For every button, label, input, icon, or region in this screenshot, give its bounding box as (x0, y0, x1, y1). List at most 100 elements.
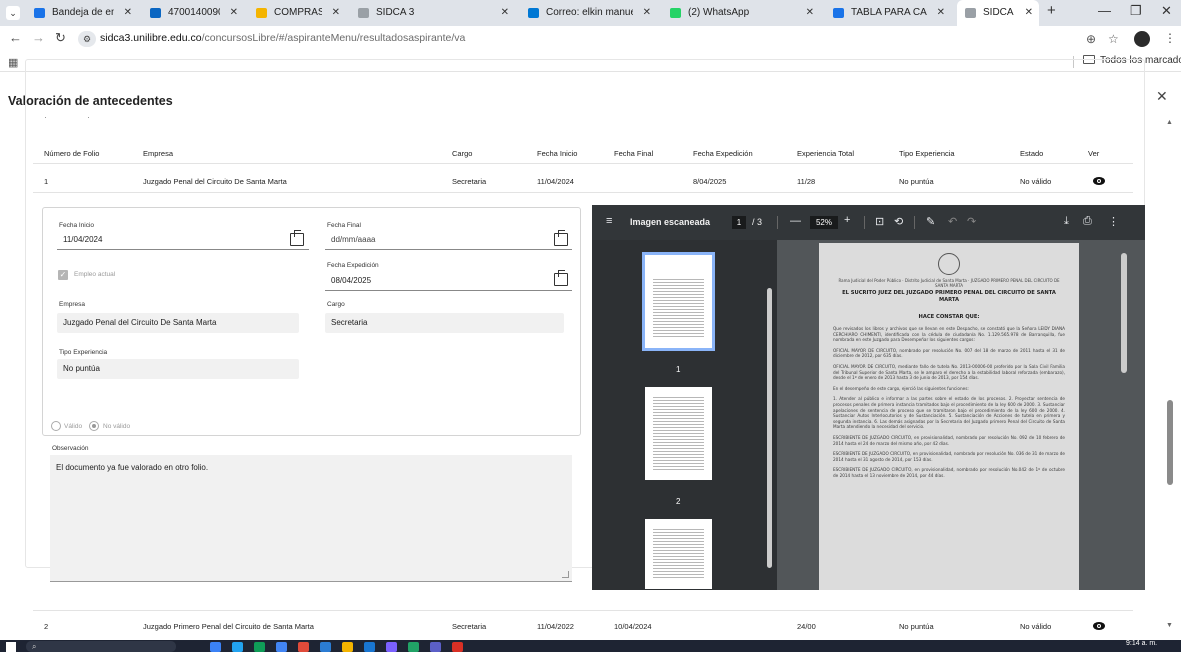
taskbar-app-icon[interactable] (232, 642, 243, 652)
row1-cargo: Secretaria (452, 177, 487, 186)
minimize-button[interactable]: — (1098, 3, 1111, 18)
taskbar-app-icon[interactable] (386, 642, 397, 652)
browser-tab[interactable]: COMPRASDE VERDAD ✕ (248, 0, 346, 26)
pdf-zoom-in-icon[interactable]: + (844, 214, 850, 226)
tab-close-icon[interactable]: ✕ (1025, 0, 1033, 26)
dialog-close-icon[interactable]: ✕ (1156, 88, 1168, 105)
taskbar-app-icon[interactable] (342, 642, 353, 652)
fecha-final-field[interactable]: dd/mm/aaaa (325, 230, 572, 250)
pdf-page-input[interactable]: 1 (732, 216, 746, 229)
page-scrollbar-thumb[interactable] (1167, 400, 1173, 485)
back-button[interactable]: ← (9, 30, 22, 45)
pdf-rotate-icon[interactable]: ⟲ (894, 215, 903, 228)
pdf-thumbnail-page-1[interactable] (642, 252, 715, 351)
browser-tab[interactable]: 47001400900220250043 ✕ (142, 0, 244, 26)
pdf-page-total: / 3 (752, 217, 763, 227)
pdf-thumbnail-page-3[interactable] (645, 519, 712, 589)
browser-menu-icon[interactable]: ⋮ (1164, 31, 1176, 45)
taskbar-app-icon[interactable] (408, 642, 419, 652)
pdf-fit-page-icon[interactable]: ⊡ (875, 215, 884, 228)
pdf-document-scrollbar[interactable] (1121, 253, 1127, 373)
pdf-zoom-out-icon[interactable]: — (790, 215, 801, 227)
pdf-thumbnail-page-2[interactable] (645, 387, 712, 480)
fecha-inicio-field[interactable]: 11/04/2024 (57, 230, 309, 250)
tipo-experiencia-label: Tipo Experiencia (59, 349, 108, 356)
pdf-undo-icon[interactable]: ↶ (948, 215, 957, 228)
fecha-expedicion-field[interactable]: 08/04/2025 (325, 271, 572, 291)
empleo-actual-checkbox[interactable]: ✓ (58, 270, 68, 280)
taskbar-app-icon[interactable] (210, 642, 221, 652)
browser-tab[interactable]: (2) WhatsApp ✕ (662, 0, 820, 26)
taskbar-app-icon[interactable] (320, 642, 331, 652)
cargo-field[interactable]: Secretaria (325, 313, 564, 333)
tab-label: COMPRASDE VERDAD (274, 7, 322, 18)
tab-search-button[interactable]: ⌄ (6, 6, 20, 20)
fecha-inicio-calendar-icon[interactable] (290, 230, 304, 246)
profile-avatar[interactable] (1134, 31, 1150, 47)
valido-label: Válido (64, 423, 83, 430)
maximize-button[interactable]: ❐ (1130, 3, 1142, 19)
row1-view-eye-icon[interactable] (1093, 177, 1105, 185)
pdf-more-icon[interactable]: ⋮ (1108, 215, 1119, 228)
header-divider (33, 163, 1133, 164)
tipo-experiencia-field[interactable]: No puntúa (57, 359, 299, 379)
tab-close-icon[interactable]: ✕ (230, 0, 238, 26)
tab-close-icon[interactable]: ✕ (937, 0, 945, 26)
tab-close-icon[interactable]: ✕ (806, 0, 814, 26)
no-valido-radio[interactable] (89, 421, 99, 431)
browser-tab[interactable]: TABLA PARA CALCULAR ✕ (825, 0, 951, 26)
tab-close-icon[interactable]: ✕ (501, 0, 509, 26)
bookmark-star-icon[interactable]: ☆ (1108, 32, 1119, 46)
header-empresa: Empresa (143, 149, 174, 158)
apps-grid-icon[interactable]: ▦ (8, 56, 18, 69)
omnibox[interactable]: ⚙ sidca3.unilibre.edu.co/concursosLibre/… (78, 29, 1119, 49)
reload-button[interactable]: ↻ (55, 30, 66, 46)
fecha-expedicion-calendar-icon[interactable] (554, 270, 568, 286)
header-tipo-experiencia: Tipo Experiencia (899, 149, 955, 158)
tab-favicon-icon (670, 8, 681, 18)
tab-favicon-icon (34, 8, 45, 18)
page-scroll-up-icon[interactable]: ▲ (1166, 119, 1173, 126)
pdf-title: Imagen escaneada (630, 217, 711, 227)
tab-label: (2) WhatsApp (688, 7, 750, 18)
empresa-field[interactable]: Juzgado Penal del Circuito De Santa Mart… (57, 313, 299, 333)
taskbar-app-icon[interactable] (430, 642, 441, 652)
row2-experiencia-total: 24/00 (797, 622, 816, 631)
valido-radio[interactable] (51, 421, 61, 431)
zoom-icon[interactable]: ⊕ (1086, 32, 1096, 46)
url-text[interactable]: sidca3.unilibre.edu.co/concursosLibre/#/… (100, 32, 465, 44)
tab-favicon-icon (833, 8, 844, 18)
tab-favicon-icon (528, 8, 539, 18)
tab-favicon-icon (256, 8, 267, 18)
browser-tab[interactable]: SIDCA 3 ✕ (350, 0, 515, 26)
close-window-button[interactable]: ✕ (1161, 3, 1172, 19)
taskbar-app-icon[interactable] (276, 642, 287, 652)
browser-tab[interactable]: Correo: elkin manuel osp ✕ (520, 0, 657, 26)
taskbar-app-icon[interactable] (452, 642, 463, 652)
pdf-menu-icon[interactable]: ≡ (606, 215, 612, 227)
pdf-redo-icon[interactable]: ↷ (967, 215, 976, 228)
pdf-download-icon[interactable]: ⤓ (1064, 215, 1069, 228)
taskbar-app-icon[interactable] (364, 642, 375, 652)
pdf-zoom-input[interactable]: 52% (810, 216, 838, 229)
pdf-print-icon[interactable]: ⎙ (1083, 215, 1092, 228)
browser-tab[interactable]: Bandeja de entrada: Elkin ✕ (26, 0, 138, 26)
row2-view-eye-icon[interactable] (1093, 622, 1105, 630)
observacion-textarea[interactable]: El documento ya fue valorado en otro fol… (50, 455, 572, 582)
pdf-annotate-icon[interactable]: ✎ (926, 215, 935, 228)
tab-close-icon[interactable]: ✕ (124, 0, 132, 26)
windows-start-icon[interactable] (6, 642, 16, 652)
pdf-thumbnail-scrollbar[interactable] (767, 288, 772, 568)
taskbar-app-icon[interactable] (298, 642, 309, 652)
tab-close-icon[interactable]: ✕ (643, 0, 651, 26)
tab-close-icon[interactable]: ✕ (332, 0, 340, 26)
fecha-final-calendar-icon[interactable] (554, 230, 568, 246)
forward-button[interactable]: → (32, 30, 45, 45)
browser-tab[interactable]: SIDCA 3 ✕ (957, 0, 1039, 26)
doc-heading: HACE CONSTAR QUE: (918, 314, 980, 320)
new-tab-button[interactable]: + (1047, 2, 1056, 19)
site-info-icon[interactable]: ⚙ (78, 31, 96, 47)
taskbar-search-icon[interactable]: ⌕ (26, 641, 176, 652)
taskbar-app-icon[interactable] (254, 642, 265, 652)
page-scroll-down-icon[interactable]: ▼ (1166, 622, 1173, 629)
